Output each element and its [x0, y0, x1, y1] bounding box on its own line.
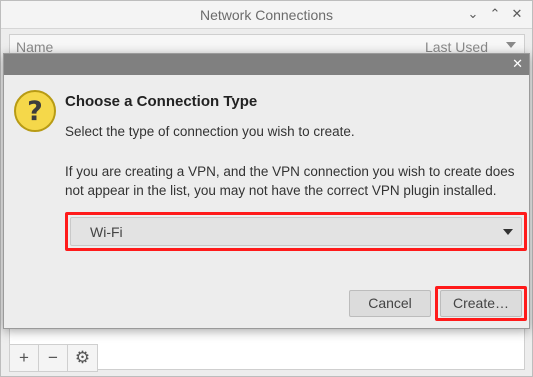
dialog-close-icon[interactable]: ✕	[512, 56, 523, 72]
remove-connection-button[interactable]: −	[39, 345, 68, 371]
question-icon: ?	[14, 90, 56, 132]
list-toolbar: + − ⚙	[9, 344, 98, 372]
dialog-subtitle: Select the type of connection you wish t…	[65, 124, 355, 139]
question-mark-glyph: ?	[27, 96, 43, 127]
connection-type-value: Wi-Fi	[90, 224, 123, 240]
window-title: Network Connections	[199, 7, 334, 23]
create-button[interactable]: Create…	[440, 290, 522, 317]
cancel-button[interactable]: Cancel	[349, 290, 431, 317]
sort-arrow-icon[interactable]	[506, 42, 516, 48]
choose-connection-type-dialog: ✕ ? Choose a Connection Type Select the …	[3, 53, 530, 329]
window-controls: ⌄ ⌃ ✕	[466, 6, 524, 22]
minimize-icon[interactable]: ⌄	[466, 6, 480, 22]
add-connection-button[interactable]: +	[10, 345, 39, 371]
connection-type-select[interactable]: Wi-Fi	[70, 217, 522, 246]
dialog-titlebar: ✕	[4, 54, 529, 75]
dialog-description: If you are creating a VPN, and the VPN c…	[65, 164, 515, 198]
maximize-icon[interactable]: ⌃	[488, 6, 502, 22]
chevron-down-icon[interactable]	[503, 229, 513, 235]
dialog-heading: Choose a Connection Type	[65, 93, 258, 110]
window-titlebar: Network Connections ⌄ ⌃ ✕	[1, 1, 532, 29]
close-icon[interactable]: ✕	[510, 6, 524, 22]
settings-gear-icon[interactable]: ⚙	[68, 345, 97, 371]
